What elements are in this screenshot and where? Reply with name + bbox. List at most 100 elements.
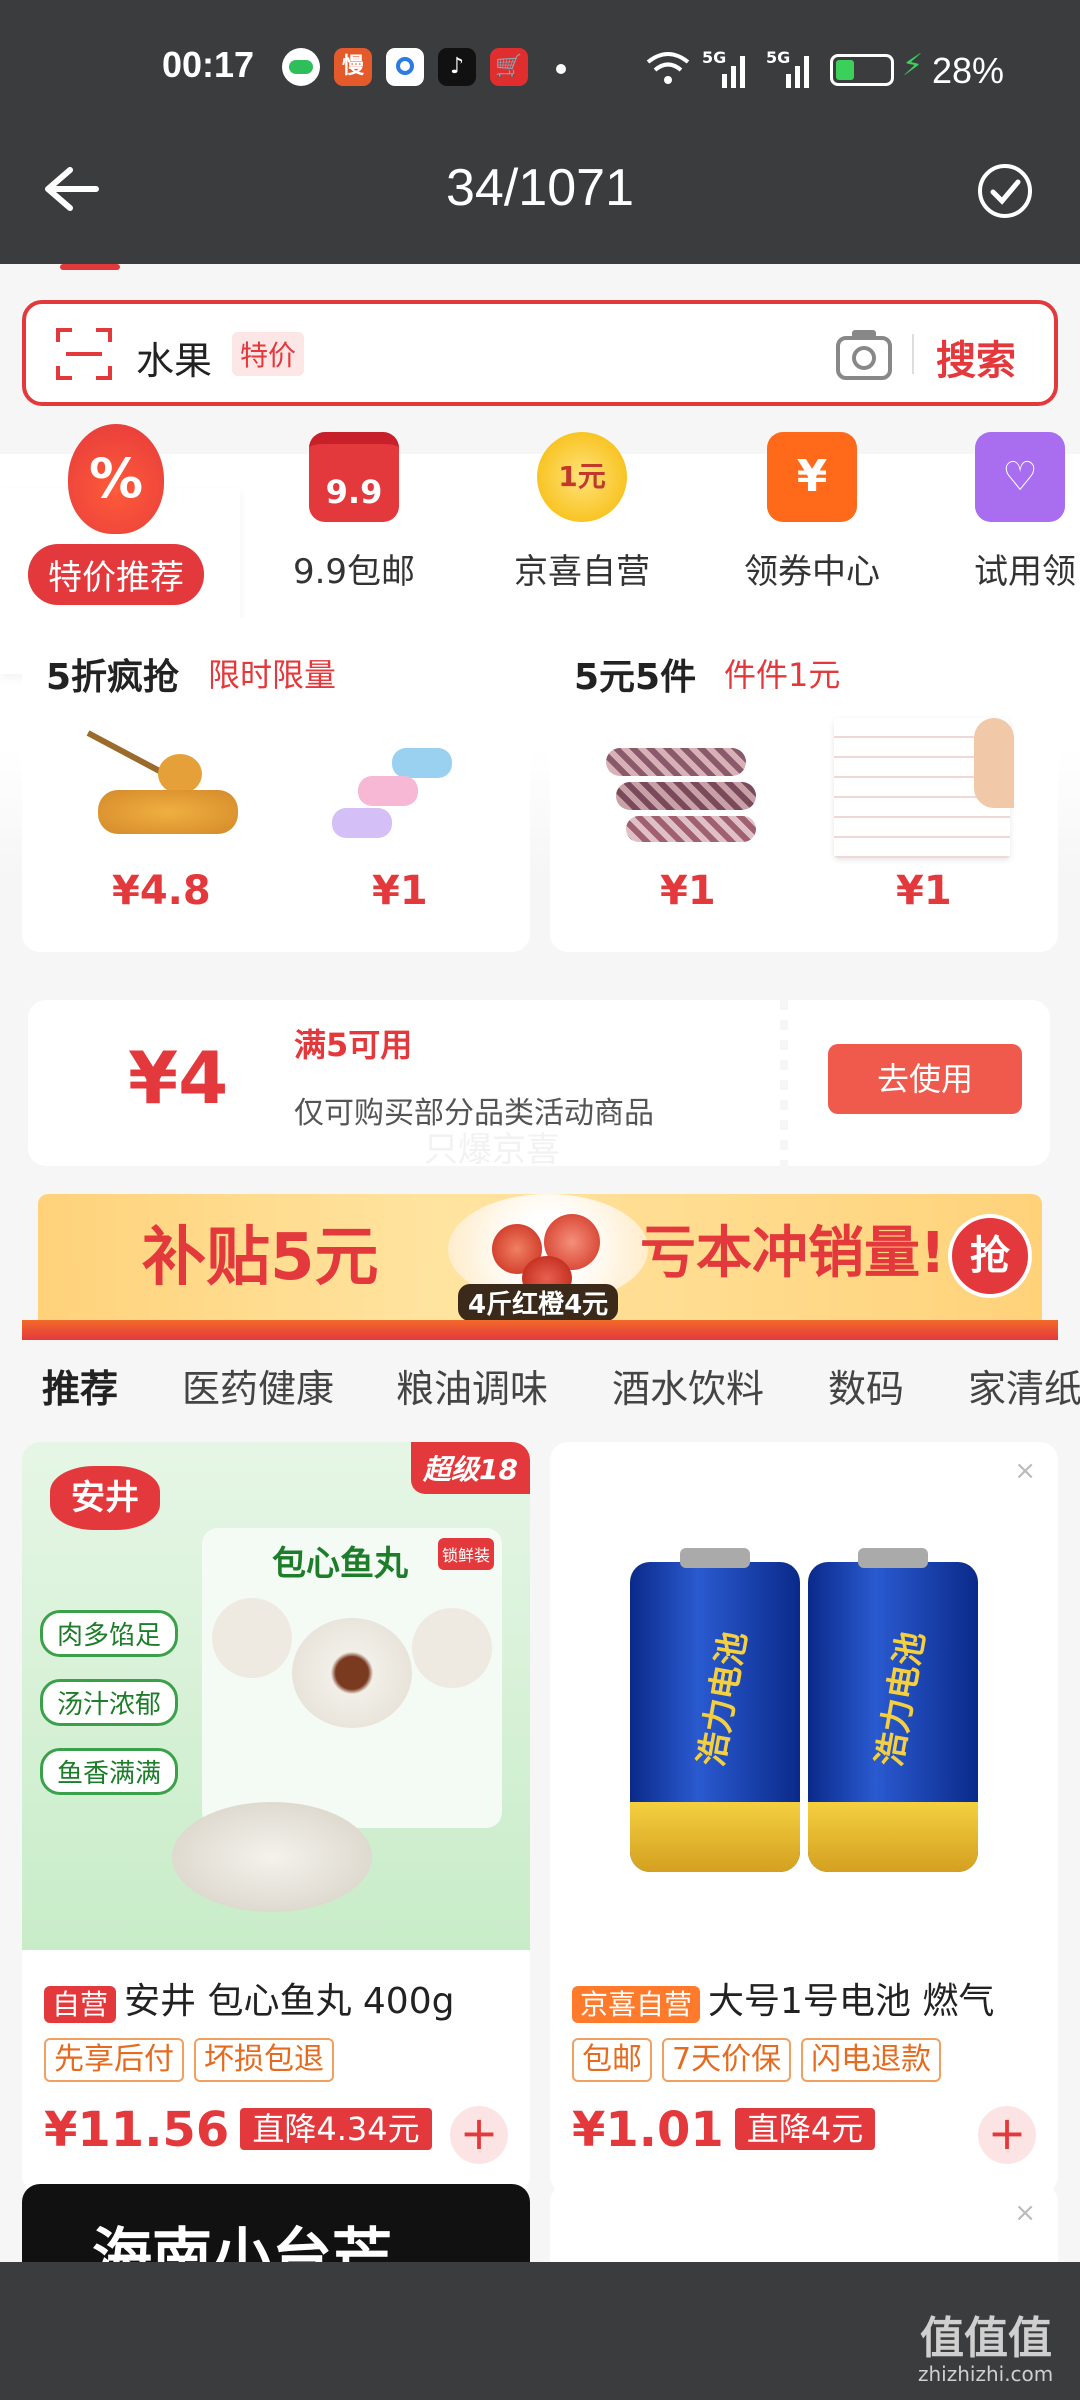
subsidy-banner[interactable]: 补贴5元 4斤红橙4元 亏本冲销量! 抢 (38, 1194, 1042, 1321)
discount-badge: 直降4.34元 (240, 2108, 432, 2150)
service-tag: 先享后付 (44, 2038, 184, 2082)
promo-price: ¥1 (896, 868, 952, 914)
promo-half-price[interactable]: 5折疯抢 限时限量 ¥4.8 ¥1 (22, 618, 530, 952)
add-to-cart-button[interactable]: + (978, 2106, 1036, 2164)
store-tag: 京喜自营 (572, 1986, 701, 2023)
slow-app-icon: 慢 (334, 48, 372, 86)
product-card[interactable]: × (550, 2184, 1058, 2262)
search-query[interactable]: 水果 (136, 330, 212, 385)
promo-price: ¥1 (660, 868, 716, 914)
category-9-9[interactable]: 9.9 9.9包邮 (254, 432, 454, 593)
coupon-card[interactable]: ¥4 满5可用 仅可购买部分品类活动商品 去使用 只爆京喜 (28, 1000, 1050, 1170)
tab-household[interactable]: 家清纸 (968, 1358, 1080, 1413)
package-title: 包心鱼丸 (272, 1544, 408, 1584)
service-tags: 包邮 7天价保 闪电退款 (572, 2038, 951, 2082)
promo-price: ¥1 (372, 868, 428, 914)
search-button[interactable]: 搜索 (936, 328, 1016, 386)
coupon-watermark: 只爆京喜 (424, 1130, 560, 1170)
tab-digital[interactable]: 数码 (828, 1358, 904, 1413)
store-tag: 自营 (44, 1986, 117, 2023)
category-coupon[interactable]: ¥ 领券中心 (712, 432, 912, 593)
feature-tag: 汤汁浓郁 (40, 1679, 179, 1726)
service-tag: 坏损包退 (194, 2038, 334, 2082)
category-label: 9.9包邮 (292, 552, 416, 592)
product-title-row: 京喜自营 大号1号电池 燃气 (572, 1972, 994, 2024)
add-to-cart-button[interactable]: + (450, 2106, 508, 2164)
banner-base (22, 1320, 1058, 1340)
page-counter: 34/1071 (446, 159, 634, 217)
wifi-icon (646, 52, 690, 84)
battery-percent: 28% (932, 50, 1005, 91)
chat-app-icon (282, 48, 320, 86)
coupon-condition: 满5可用 (294, 1026, 413, 1064)
camera-icon[interactable] (834, 326, 894, 382)
shopping-cart-app-icon: 🛒 (490, 48, 528, 86)
category-trial[interactable]: ♡ 试用领 (940, 432, 1080, 593)
promo-title: 5元5件 (574, 657, 697, 698)
feature-list: 肉多馅足 汤汁浓郁 鱼香满满 (40, 1610, 240, 1795)
main-content: 水果 特价 搜索 % 特价推荐 9.9 9.9包邮 1元 京喜自营 ¥ 领券中心… (0, 264, 1080, 2262)
site-url: zhizhizhi.com (918, 2362, 1054, 2386)
feature-tag: 鱼香满满 (40, 1748, 179, 1795)
gift-9-9-icon: 9.9 (309, 432, 399, 522)
product-image-snacks[interactable] (86, 730, 248, 840)
category-label: 试用领 (974, 552, 1076, 592)
banner-right-text: 亏本冲销量! (640, 1221, 946, 1286)
product-image-clips[interactable] (322, 738, 482, 848)
package-badge: 锁鲜装 (438, 1538, 495, 1570)
product-image-fishball[interactable]: 超级18 安井 包心鱼丸 锁鲜装 肉多馅足 汤汁浓郁 鱼香满满 (22, 1442, 530, 1950)
product-image-notebook[interactable] (834, 718, 1014, 858)
service-tag: 闪电退款 (801, 2038, 942, 2082)
search-special-badge: 特价 (232, 332, 305, 376)
coupon-yen-icon: ¥ (767, 432, 857, 522)
signal-5g-label: 5G (766, 48, 791, 67)
service-tag: 包邮 (572, 2038, 652, 2082)
package-image: 包心鱼丸 锁鲜装 (202, 1528, 502, 1828)
feature-tag: 肉多馅足 (40, 1610, 179, 1657)
scan-icon[interactable] (56, 326, 112, 382)
percent-fire-icon: % (68, 424, 164, 534)
site-logo: 值值值 (920, 2313, 1052, 2364)
coupon-amount: ¥4 (128, 1036, 229, 1120)
price-row: ¥1.01 直降4元 (572, 2102, 876, 2158)
tab-drinks[interactable]: 酒水饮料 (612, 1358, 764, 1413)
close-icon[interactable]: × (1014, 2198, 1036, 2228)
product-card[interactable]: 超级18 安井 包心鱼丸 锁鲜装 肉多馅足 汤汁浓郁 鱼香满满 自营 安井 包心鱼… (22, 1442, 530, 2194)
status-time: 00:17 (162, 44, 255, 85)
fishball-bowl (172, 1802, 372, 1912)
product-image-battery[interactable]: 浩力电池 (630, 1548, 800, 1872)
charging-bolt-icon: ⚡ (902, 48, 924, 83)
product-card[interactable]: 海南小台芒 (22, 2184, 530, 2262)
use-coupon-button[interactable]: 去使用 (828, 1044, 1022, 1114)
cell-signal-icon: 5G (702, 48, 752, 88)
tab-recommend[interactable]: 推荐 (42, 1358, 118, 1413)
more-notifications-dot (556, 64, 566, 74)
category-jingxi[interactable]: 1元 京喜自营 (482, 432, 682, 593)
banner-left-text: 补贴5元 (142, 1221, 379, 1295)
brand-logo: 安井 (50, 1466, 160, 1530)
discount-badge: 直降4元 (734, 2108, 876, 2150)
battery-icon (830, 54, 894, 86)
grab-button[interactable]: 抢 (948, 1214, 1032, 1298)
search-bar[interactable]: 水果 特价 搜索 (22, 300, 1058, 406)
category-label: 京喜自营 (514, 552, 650, 592)
product-card[interactable]: × 浩力电池 浩力电池 京喜自营 大号1号电池 燃气 包邮 7天价保 闪电退款 ¥1.… (550, 1442, 1058, 2194)
promo-title: 5折疯抢 (46, 657, 180, 698)
navigation-bar: 值值值 zhizhizhi.com (0, 2262, 1080, 2400)
promo-five-for-five[interactable]: 5元5件 件件1元 ¥1 ¥1 (550, 618, 1058, 952)
status-bar: 00:17 慢 ♪ 🛒 5G 5G ⚡ 28% (0, 0, 1080, 118)
search-app-icon (386, 48, 424, 86)
close-icon[interactable]: × (1014, 1456, 1036, 1486)
tab-grain-oil[interactable]: 粮油调味 (396, 1358, 548, 1413)
confirm-check-icon[interactable] (976, 162, 1034, 220)
tab-medicine[interactable]: 医药健康 (182, 1358, 334, 1413)
product-name: 安井 包心鱼丸 400g (124, 1981, 455, 2022)
product-price: ¥1.01 (572, 2102, 724, 2158)
heart-bag-icon: ♡ (975, 432, 1065, 522)
product-image-battery[interactable]: 浩力电池 (808, 1548, 978, 1872)
title-bar: 34/1071 (0, 118, 1080, 264)
service-tags: 先享后付 坏损包退 (44, 2038, 344, 2082)
tiktok-app-icon: ♪ (438, 48, 476, 86)
product-image-rope[interactable] (606, 738, 766, 848)
category-special[interactable]: % 特价推荐 (16, 424, 216, 605)
